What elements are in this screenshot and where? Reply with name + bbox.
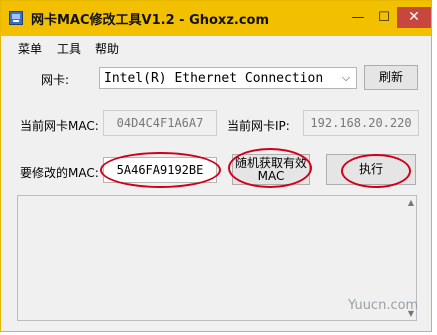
current-mac-label: 当前网卡MAC: <box>20 119 99 133</box>
current-ip-field: 192.168.20.220 <box>303 110 419 136</box>
chevron-down-icon[interactable]: ⌵ <box>338 69 354 87</box>
minimize-button[interactable]: — <box>347 10 369 26</box>
menu-item-help[interactable]: 帮助 <box>95 40 119 57</box>
current-mac-field: 04D4C4F1A6A7 <box>103 110 217 136</box>
target-mac-value: 5A46FA9192BE <box>116 163 204 177</box>
watermark: Yuucn.com <box>348 298 419 313</box>
app-window: 网卡MAC修改工具V1.2 - Ghoxz.com — ☐ ✕ 菜单 工具 帮助… <box>0 0 432 332</box>
execute-button[interactable]: 执行 <box>326 154 416 185</box>
maximize-button[interactable]: ☐ <box>373 10 395 26</box>
adapter-select-value: Intel(R) Ethernet Connection <box>104 71 324 86</box>
scroll-up-icon[interactable]: ▲ <box>408 198 414 207</box>
adapter-select[interactable]: Intel(R) Ethernet Connection ⌵ <box>99 67 357 89</box>
target-mac-label: 要修改的MAC: <box>20 166 99 180</box>
window-title: 网卡MAC修改工具V1.2 - Ghoxz.com <box>31 13 270 28</box>
current-ip-value: 192.168.20.220 <box>310 116 412 130</box>
close-button[interactable]: ✕ <box>397 7 431 28</box>
adapter-label: 网卡: <box>41 73 70 87</box>
random-mac-button-line2: MAC <box>257 169 285 183</box>
random-mac-button[interactable]: 随机获取有效 MAC <box>232 154 310 185</box>
menu-item-tools[interactable]: 工具 <box>57 40 81 57</box>
menu-bar: 菜单 工具 帮助 <box>1 36 431 58</box>
current-ip-label: 当前网卡IP: <box>227 119 290 133</box>
menu-item-main[interactable]: 菜单 <box>18 40 42 57</box>
app-icon <box>9 11 23 25</box>
current-mac-value: 04D4C4F1A6A7 <box>116 116 204 130</box>
refresh-button[interactable]: 刷新 <box>364 65 418 90</box>
title-bar[interactable]: 网卡MAC修改工具V1.2 - Ghoxz.com — ☐ ✕ <box>1 1 431 36</box>
target-mac-input[interactable]: 5A46FA9192BE <box>103 157 217 183</box>
